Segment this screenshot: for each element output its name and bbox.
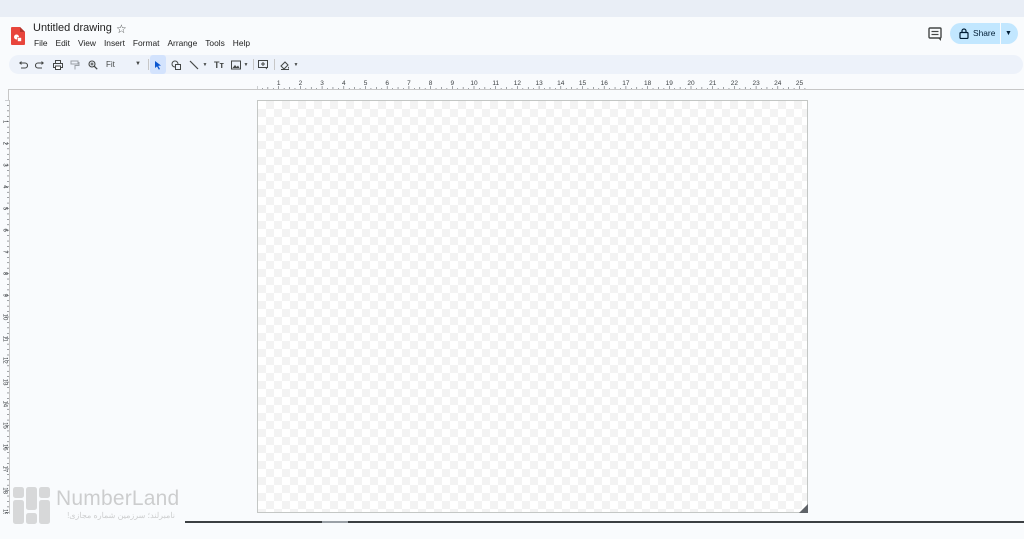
ruler-label: 8 — [2, 272, 8, 276]
numberland-logo-icon — [13, 487, 50, 524]
share-label: Share — [973, 28, 996, 38]
menu-format[interactable]: Format — [129, 37, 164, 49]
paint-format-icon[interactable] — [69, 55, 81, 74]
ruler-label: 8 — [429, 80, 433, 87]
image-dropdown-icon[interactable]: ▼ — [242, 55, 250, 74]
ruler-label: 18 — [2, 487, 8, 494]
ruler-label: 9 — [2, 294, 8, 298]
ruler-label: 10 — [470, 80, 478, 87]
ruler-label: 1 — [277, 80, 281, 87]
menu-file[interactable]: File — [30, 37, 52, 49]
ruler-label: 15 — [579, 80, 587, 87]
drawings-logo-icon[interactable] — [11, 27, 25, 45]
toolbar-divider — [274, 59, 275, 70]
textbox-icon[interactable]: Tт — [213, 55, 225, 74]
ruler-label: 3 — [2, 163, 8, 167]
ruler-label: 3 — [320, 80, 324, 87]
comment-history-icon[interactable] — [927, 26, 943, 42]
ruler-label: 6 — [2, 229, 8, 233]
share-button[interactable]: Share ▼ — [950, 23, 1018, 44]
drawing-canvas[interactable] — [257, 100, 808, 513]
ruler-label: 11 — [492, 80, 499, 87]
toolbar-divider — [253, 59, 254, 70]
ruler-label: 16 — [601, 80, 609, 87]
undo-icon[interactable] — [17, 55, 29, 74]
horizontal-ruler: 1 2 3 4 5 6 7 8 9 10 11 12 13 14 15 16 17 18 19 20 21 22 23 24 2… — [257, 80, 806, 90]
ruler-label: 17 — [622, 80, 630, 87]
zoom-select[interactable]: Fit — [106, 55, 115, 74]
vertical-ruler: 12345678910111213141516171819 — [2, 100, 10, 514]
watermark-tagline: نامبرلند؛ سرزمین شماره مجازی! — [67, 511, 175, 520]
ruler-label: 14 — [2, 400, 8, 407]
ruler-label: 19 — [666, 80, 674, 87]
ruler-label: 23 — [752, 80, 760, 87]
ruler-label: 20 — [687, 80, 695, 87]
star-icon[interactable]: ☆ — [116, 22, 127, 36]
ruler-label: 12 — [514, 80, 522, 87]
ruler-label: 6 — [385, 80, 389, 87]
menu-edit[interactable]: Edit — [52, 37, 74, 49]
lock-icon — [959, 28, 969, 39]
ruler-label: 14 — [557, 80, 565, 87]
ruler-label: 7 — [2, 250, 8, 254]
ruler-label: 4 — [342, 80, 346, 87]
document-title[interactable]: Untitled drawing — [33, 22, 112, 34]
ruler-label: 13 — [2, 379, 8, 386]
ruler-label: 24 — [774, 80, 782, 87]
share-dropdown-icon[interactable]: ▼ — [1005, 27, 1012, 40]
menu-arrange[interactable]: Arrange — [163, 37, 201, 49]
zoom-icon[interactable] — [87, 55, 99, 74]
ruler-label: 12 — [2, 357, 8, 364]
ruler-label: 7 — [407, 80, 411, 87]
ruler-label: 16 — [2, 444, 8, 451]
header: Untitled drawing ☆ File Edit View Insert… — [0, 17, 1024, 53]
ruler-label: 19 — [2, 509, 8, 514]
menu-view[interactable]: View — [74, 37, 100, 49]
background-icon[interactable] — [279, 55, 291, 74]
line-icon[interactable] — [188, 55, 200, 74]
ruler-label: 15 — [2, 422, 8, 429]
ruler-label: 1 — [2, 120, 8, 124]
background-dropdown-icon[interactable]: ▼ — [292, 55, 300, 74]
ruler-label: 5 — [364, 80, 368, 87]
toolbar-divider — [148, 59, 149, 70]
zoom-dropdown-icon[interactable]: ▼ — [135, 55, 141, 74]
comment-add-icon[interactable] — [257, 55, 269, 74]
watermark: NumberLand نامبرلند؛ سرزمین شماره مجازی! — [13, 487, 185, 524]
menu-bar: File Edit View Insert Format Arrange Too… — [30, 37, 254, 49]
toolbar: Fit ▼ ▼ Tт ▼ ▼ — [9, 55, 1023, 74]
bottom-bar — [185, 521, 1024, 523]
ruler-label: 9 — [450, 80, 454, 87]
ruler-label: 22 — [731, 80, 739, 87]
bottom-bar-highlight — [322, 521, 348, 523]
ruler-label: 13 — [535, 80, 543, 87]
menu-help[interactable]: Help — [229, 37, 254, 49]
ruler-label: 25 — [796, 80, 804, 87]
print-icon[interactable] — [52, 55, 64, 74]
top-strip — [0, 0, 1024, 17]
watermark-name: NumberLand — [56, 487, 180, 510]
image-icon[interactable] — [230, 55, 242, 74]
menu-insert[interactable]: Insert — [100, 37, 129, 49]
ruler-label: 18 — [644, 80, 652, 87]
ruler-label: 17 — [2, 466, 8, 473]
share-divider — [1000, 23, 1001, 44]
ruler-label: 5 — [2, 207, 8, 211]
ruler-label: 11 — [2, 336, 8, 343]
line-dropdown-icon[interactable]: ▼ — [201, 55, 209, 74]
ruler-divider — [8, 89, 1024, 90]
ruler-divider — [8, 90, 9, 100]
shape-icon[interactable] — [170, 55, 183, 74]
ruler-label: 21 — [709, 80, 717, 87]
ruler-label: 4 — [2, 185, 8, 189]
ruler-label: 2 — [2, 142, 8, 146]
resize-handle-icon[interactable] — [799, 504, 808, 513]
ruler-label: 2 — [299, 80, 303, 87]
ruler-label: 10 — [2, 314, 8, 321]
select-icon[interactable] — [150, 55, 166, 74]
menu-tools[interactable]: Tools — [201, 37, 229, 49]
redo-icon[interactable] — [34, 55, 46, 74]
